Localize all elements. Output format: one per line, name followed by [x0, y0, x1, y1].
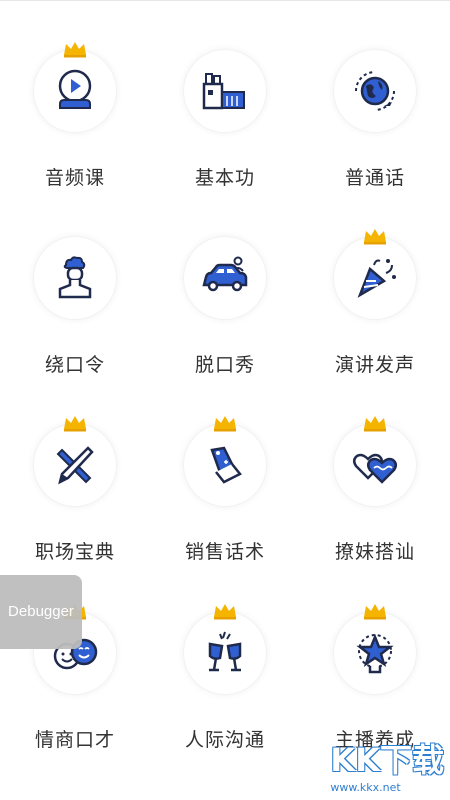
crown-icon: [364, 604, 386, 620]
chef-person-icon: [58, 256, 92, 299]
category-item-basic-skills[interactable]: 基本功: [150, 10, 300, 189]
category-icon-circle: [334, 50, 416, 132]
star-trophy-icon: [356, 633, 394, 674]
category-item-workplace[interactable]: 职场宝典: [0, 384, 150, 563]
category-label: 人际沟通: [184, 729, 265, 751]
video-course-icon: [58, 69, 92, 109]
crown-icon: [64, 42, 86, 58]
category-icon-circle: [184, 416, 266, 506]
category-grid: 音频课 基本功 普通话 绕口令 脱口秀 演讲发声 职场宝典 销售话术 撩妹搭讪 …: [0, 0, 450, 800]
category-label: 职场宝典: [34, 541, 115, 563]
category-label: 绕口令: [44, 354, 105, 376]
category-label: 演讲发声: [334, 354, 415, 376]
category-item-speech-voice[interactable]: 演讲发声: [300, 197, 450, 376]
category-icon-circle: [184, 237, 266, 319]
crown-icon: [214, 604, 236, 620]
category-icon-circle: [34, 237, 116, 319]
factory-icon: [202, 73, 245, 110]
car-person-icon: [202, 256, 248, 292]
category-item-audio-course[interactable]: 音频课: [0, 10, 150, 189]
watermark-brand: KK下载: [330, 741, 444, 779]
category-label: 脱口秀: [194, 354, 255, 376]
category-icon-circle: [184, 604, 266, 694]
category-icon-circle: [184, 50, 266, 132]
category-item-streamer[interactable]: 主播养成: [300, 572, 450, 751]
debugger-button[interactable]: Debugger: [0, 575, 82, 649]
watermark-url: www.kkx.net: [330, 781, 401, 794]
category-item-interpersonal[interactable]: 人际沟通: [150, 572, 300, 751]
category-icon-circle: [34, 416, 116, 506]
category-icon-circle: [334, 229, 416, 319]
category-icon-circle: [34, 42, 116, 132]
category-label: 音频课: [44, 167, 105, 189]
category-item-mandarin[interactable]: 普通话: [300, 10, 450, 189]
crown-icon: [364, 229, 386, 245]
category-icon-circle: [334, 604, 416, 694]
category-label: 基本功: [194, 167, 255, 189]
toast-glasses-icon: [208, 631, 242, 672]
globe-plane-icon: [355, 71, 395, 111]
category-icon-circle: [334, 416, 416, 506]
category-label: 普通话: [344, 167, 405, 189]
category-label: 销售话术: [184, 541, 265, 563]
hearts-icon: [353, 453, 397, 484]
price-tag-icon: [210, 446, 242, 484]
category-label: 情商口才: [34, 729, 115, 751]
category-item-sales-talk[interactable]: 销售话术: [150, 384, 300, 563]
category-item-tongue-twister[interactable]: 绕口令: [0, 197, 150, 376]
party-popper-icon: [357, 259, 396, 298]
category-label: 撩妹搭讪: [334, 541, 415, 563]
crown-icon: [214, 416, 236, 432]
category-item-flirting[interactable]: 撩妹搭讪: [300, 384, 450, 563]
crown-icon: [364, 416, 386, 432]
category-item-talk-show[interactable]: 脱口秀: [150, 197, 300, 376]
crown-icon: [64, 416, 86, 432]
watermark: KK下载 www.kkx.net: [330, 735, 444, 794]
brush-pen-icon: [56, 446, 94, 485]
